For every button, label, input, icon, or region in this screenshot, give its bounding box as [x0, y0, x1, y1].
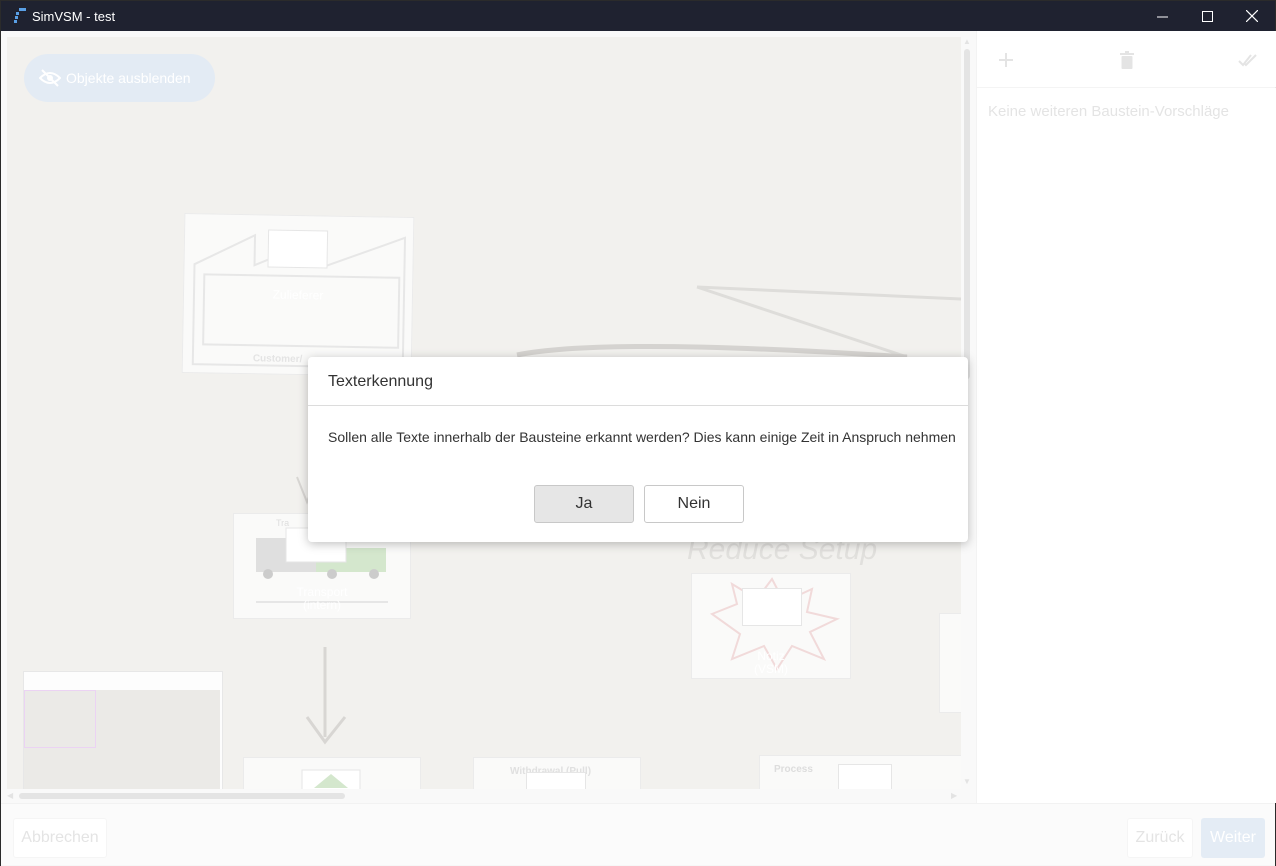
maximize-button[interactable]: [1184, 1, 1230, 31]
maximize-icon: [1201, 10, 1213, 22]
title-bar: SimVSM - test: [1, 1, 1275, 31]
minimize-button[interactable]: [1139, 1, 1185, 31]
close-icon: [1246, 10, 1258, 22]
dialog-message: Sollen alle Texte innerhalb der Baustein…: [328, 429, 956, 445]
no-button[interactable]: Nein: [644, 485, 744, 523]
app-window: SimVSM - test Z: [0, 0, 1276, 866]
window-title: SimVSM - test: [32, 9, 116, 24]
text-recognition-dialog: Texterkennung Sollen alle Texte innerhal…: [308, 357, 968, 542]
close-button[interactable]: [1229, 1, 1275, 31]
dialog-title: Texterkennung: [328, 373, 433, 390]
yes-button[interactable]: Ja: [534, 485, 634, 523]
dialog-divider: [308, 405, 968, 406]
app-logo-icon: [14, 8, 26, 23]
minimize-icon: [1156, 16, 1168, 17]
